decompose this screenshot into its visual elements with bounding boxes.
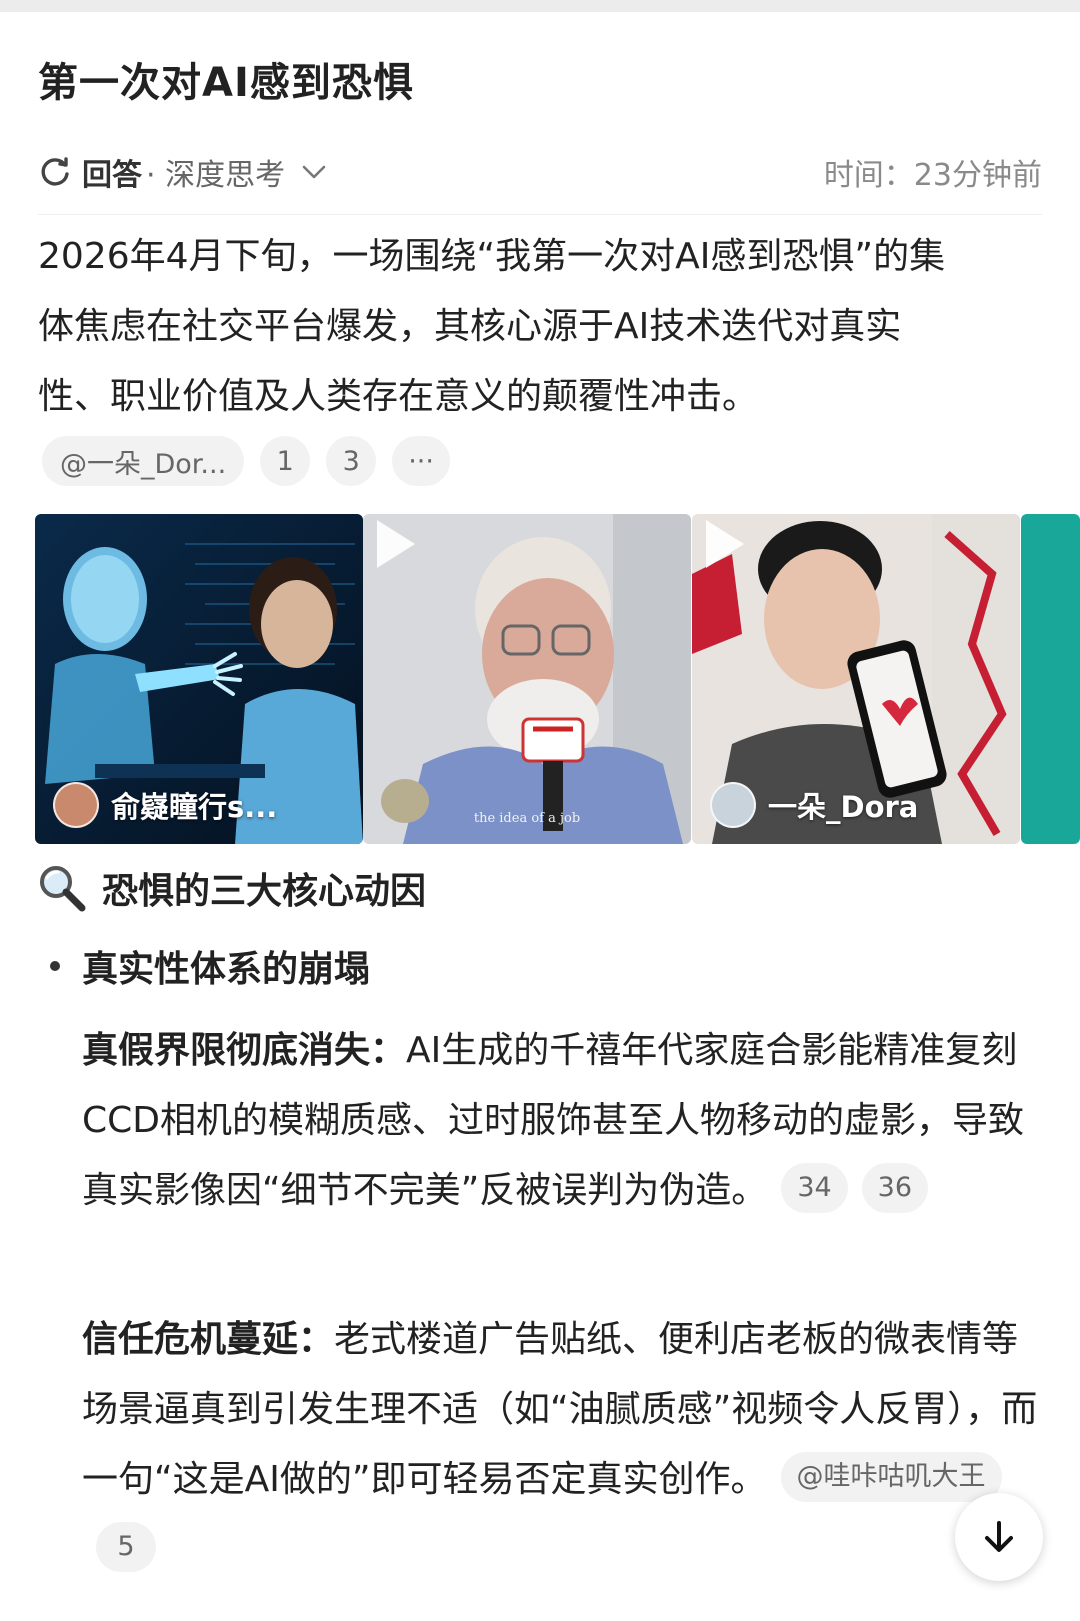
source-chips: @一朵_Dor... 1 3 ··· xyxy=(42,436,450,486)
scroll-down-button[interactable] xyxy=(955,1493,1043,1581)
chevron-down-icon xyxy=(301,163,327,181)
source-chip-ref[interactable]: 3 xyxy=(326,436,377,486)
bullet-dot xyxy=(50,961,60,971)
bullet-heading: 真实性体系的崩塌 xyxy=(50,940,370,992)
media-caption: 俞嶷瞳行s... xyxy=(53,782,277,828)
answer-label: 回答 xyxy=(82,158,142,193)
media-gallery[interactable]: 俞嶷瞳行s... the idea of a job 一朵_Dora xyxy=(35,514,1080,844)
arrow-down-icon xyxy=(985,1521,1013,1552)
citation-chip[interactable]: 34 xyxy=(781,1163,848,1213)
media-thumb-partial xyxy=(1021,514,1080,844)
section-heading: 恐惧的三大核心动因 xyxy=(36,862,426,914)
top-strip xyxy=(0,0,1080,12)
media-thumb[interactable] xyxy=(1021,514,1080,844)
play-icon xyxy=(706,520,744,568)
citation-chip-author[interactable]: @哇咔咕叽大王 xyxy=(780,1452,1002,1502)
cause-paragraph: 真假界限彻底消失：AI生成的千禧年代家庭合影能精准复刻CCD相机的模糊质感、过时… xyxy=(82,1016,1042,1226)
media-thumb[interactable]: 一朵_Dora xyxy=(692,514,1020,844)
magnifier-icon xyxy=(36,862,88,914)
timestamp: 时间：23分钟前 xyxy=(823,158,1042,193)
citation-chip[interactable]: 5 xyxy=(96,1522,156,1572)
intro-line: 体焦虑在社交平台爆发，其核心源于AI技术迭代对真实 xyxy=(38,306,902,347)
answer-mode-toggle[interactable]: 回答 · 深度思考 xyxy=(38,150,327,194)
intro-paragraph: 2026年4月下旬，一场围绕“我第一次对AI感到恐惧”的集 体焦虑在社交平台爆发… xyxy=(38,222,1048,432)
source-chip-ref[interactable]: 1 xyxy=(260,436,311,486)
citation-chip[interactable]: 36 xyxy=(861,1163,929,1213)
cause-bold-label: 真假界限彻底消失： xyxy=(82,1030,407,1071)
cause-paragraph: 信任危机蔓延：老式楼道广告贴纸、便利店老板的微表情等场景逼真到引发生理不适（如“… xyxy=(82,1305,1042,1585)
intro-line: 性、职业价值及人类存在意义的颠覆性冲击。 xyxy=(38,376,759,417)
cause-bold-label: 信任危机蔓延： xyxy=(82,1319,335,1360)
divider xyxy=(38,214,1042,215)
play-icon xyxy=(377,520,415,568)
avatar xyxy=(710,782,756,828)
answer-meta-row: 回答 · 深度思考 时间：23分钟前 xyxy=(38,148,1042,196)
media-caption: 一朵_Dora xyxy=(710,782,918,828)
refresh-icon xyxy=(38,155,72,189)
more-sources-button[interactable]: ··· xyxy=(392,436,450,486)
media-thumb[interactable]: 俞嶷瞳行s... xyxy=(35,514,363,844)
page-title: 第一次对AI感到恐惧 xyxy=(38,60,414,106)
source-chip-author[interactable]: @一朵_Dor... xyxy=(42,436,245,486)
svg-text:the idea of a job: the idea of a job xyxy=(474,811,580,826)
media-thumb[interactable]: the idea of a job xyxy=(363,514,691,844)
intro-line: 2026年4月下旬，一场围绕“我第一次对AI感到恐惧”的集 xyxy=(38,236,946,277)
deep-thinking-label: · 深度思考 xyxy=(146,158,286,193)
avatar xyxy=(53,782,99,828)
